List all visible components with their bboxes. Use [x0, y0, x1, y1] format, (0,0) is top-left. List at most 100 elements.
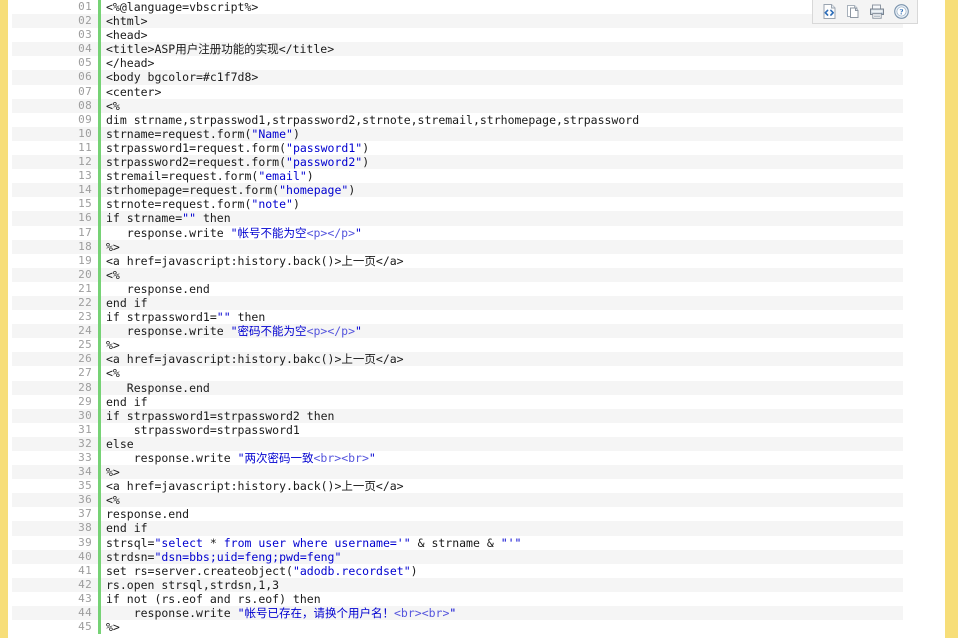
- gutter-marker: [98, 140, 101, 156]
- line-source: if strpassword1="" then: [106, 310, 265, 324]
- line-source: Response.end: [106, 381, 210, 395]
- gutter-marker: [98, 70, 101, 85]
- code-line: 38 end if: [12, 521, 903, 536]
- line-source: %>: [106, 240, 120, 254]
- line-number: 04: [78, 42, 92, 56]
- line-number: 25: [78, 338, 92, 352]
- help-icon[interactable]: ?: [891, 2, 911, 22]
- token-str: from user where username='": [216, 535, 411, 550]
- token-plain: <center>: [106, 84, 162, 99]
- gutter-marker: [98, 267, 101, 282]
- gutter-marker: [98, 352, 101, 367]
- line-source: %>: [106, 620, 120, 634]
- gutter-marker: [98, 239, 101, 254]
- code-line: 40 strdsn="dsn=bbs;uid=feng;pwd=feng": [12, 549, 903, 564]
- print-icon[interactable]: [867, 2, 887, 22]
- token-plain: strname=request.form(: [106, 126, 252, 141]
- line-source: rs.open strsql,strdsn,1,3: [106, 578, 279, 592]
- token-plain: Response.end: [106, 380, 210, 395]
- gutter-marker: [98, 14, 101, 29]
- line-source: response.end: [106, 282, 210, 296]
- token-plain: response.end: [106, 507, 190, 522]
- token-plain: <%@language=vbscript%>: [106, 0, 259, 14]
- line-number: 44: [78, 606, 92, 620]
- line-number: 40: [78, 549, 92, 563]
- code-line: 33 response.write "两次密码一致<br><br>": [12, 451, 903, 466]
- gutter-marker: [98, 155, 101, 170]
- token-plain: ): [292, 126, 300, 141]
- line-source: <%@language=vbscript%>: [106, 0, 258, 14]
- token-plain: <body bgcolor=#c1f7d8>: [106, 70, 259, 85]
- token-plain: </head>: [106, 56, 155, 71]
- gutter-marker: [98, 591, 101, 607]
- code-line: 21 response.end: [12, 281, 903, 296]
- view-source-icon[interactable]: [819, 2, 839, 22]
- gutter-marker: [98, 0, 101, 15]
- token-plain: if not (rs.eof and rs.eof) then: [106, 591, 321, 606]
- line-number: 36: [78, 493, 92, 507]
- line-number: 15: [78, 197, 92, 211]
- token-plain: strpassword2=request.form(: [106, 155, 287, 170]
- gutter-marker: [98, 28, 101, 43]
- token-plain: response.write: [106, 606, 238, 621]
- token-plain: end if: [106, 521, 148, 536]
- line-source: <a href=javascript:history.back()>上一页</a…: [106, 479, 404, 493]
- code-line: 20 <%: [12, 267, 903, 282]
- line-number: 37: [78, 507, 92, 521]
- gutter-marker: [98, 408, 101, 423]
- token-plain: strsql=: [106, 535, 155, 550]
- token-str: "'": [500, 535, 522, 550]
- line-source: response.write "两次密码一致<br><br>": [106, 451, 376, 465]
- token-plain: strnote=request.form(: [106, 197, 252, 212]
- line-source: response.write "帐号已存在，请换个用户名！<br><br>": [106, 606, 457, 621]
- line-number: 11: [78, 140, 92, 154]
- line-source: <html>: [106, 14, 148, 28]
- gutter-marker: [98, 197, 101, 212]
- line-number: 02: [78, 14, 92, 28]
- token-str: "password1": [286, 140, 363, 155]
- token-plain: <%: [106, 267, 120, 282]
- code-line: 25 %>: [12, 338, 903, 353]
- code-line: 43 if not (rs.eof and rs.eof) then: [12, 591, 903, 607]
- token-str: "password2": [286, 155, 363, 170]
- code-line: 04 <title>ASP用户注册功能的实现</title>: [12, 42, 903, 57]
- token-str: "homepage": [279, 183, 349, 198]
- gutter-marker: [98, 563, 101, 578]
- line-number: 05: [78, 56, 92, 70]
- token-plain: stremail=request.form(: [106, 169, 259, 184]
- line-number: 01: [78, 0, 92, 13]
- token-plain: ): [362, 140, 370, 155]
- code-line: 02 <html>: [12, 14, 903, 29]
- line-number: 10: [78, 126, 92, 140]
- code-line: 10 strname=request.form("Name"): [12, 126, 903, 141]
- code-line: 44 response.write "帐号已存在，请换个用户名！<br><br>…: [12, 606, 903, 621]
- line-number: 35: [78, 479, 92, 493]
- line-number: 14: [78, 183, 92, 197]
- token-str: "密码不能为空: [230, 324, 307, 339]
- line-number: 23: [78, 310, 92, 324]
- token-plain: response.write: [106, 451, 238, 465]
- token-plain: if strpassword1=strpassword2 then: [106, 408, 335, 423]
- code-line: 12 strpassword2=request.form("password2"): [12, 155, 903, 170]
- line-source: strpassword1=request.form("password1"): [106, 141, 369, 155]
- token-plain: ): [362, 155, 370, 170]
- gutter-marker: [98, 324, 101, 339]
- token-plain: %>: [106, 338, 120, 353]
- svg-text:?: ?: [899, 8, 903, 17]
- line-number: 27: [78, 366, 92, 380]
- line-number: 09: [78, 112, 92, 126]
- token-plain: <title>ASP用户注册功能的实现</title>: [106, 42, 335, 57]
- gutter-marker: [98, 394, 101, 409]
- code-line: 32 else: [12, 436, 903, 451]
- code-line: 14 strhomepage=request.form("homepage"): [12, 183, 903, 198]
- copy-icon[interactable]: [843, 2, 863, 22]
- gutter-marker: [98, 42, 101, 57]
- code-line: 37 response.end: [12, 507, 903, 522]
- gutter-marker: [98, 465, 101, 480]
- token-plain: <head>: [106, 28, 148, 43]
- gutter-marker: [98, 281, 101, 296]
- code-line: 30 if strpassword1=strpassword2 then: [12, 408, 903, 423]
- token-str: "帐号已存在，请换个用户名！: [237, 606, 394, 621]
- code-viewer: 01 <%@language=vbscript%> 02 <html> 03 <head>…: [12, 0, 903, 638]
- line-source: <%: [106, 493, 120, 507]
